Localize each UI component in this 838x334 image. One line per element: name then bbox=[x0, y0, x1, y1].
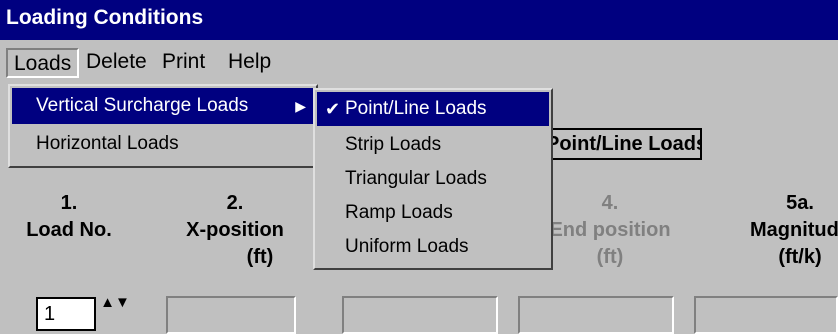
column-label: Load No. bbox=[26, 219, 112, 241]
submenu-item-uniform-loads[interactable]: Uniform Loads bbox=[317, 230, 549, 264]
load-no-spinner[interactable]: ▲▼ bbox=[100, 294, 130, 331]
x-position-field[interactable] bbox=[166, 296, 296, 334]
column-number: 1. bbox=[60, 192, 78, 214]
menu-item-vertical-surcharge-loads[interactable]: Vertical Surcharge Loads ▶ bbox=[12, 88, 314, 124]
menu-item-label: Point/Line Loads bbox=[345, 98, 487, 119]
menu-help[interactable]: Help bbox=[222, 48, 277, 78]
column-header-x-position: 2. X-position (ft) bbox=[160, 190, 310, 271]
submenu-item-point-line-loads[interactable]: ✔ Point/Line Loads bbox=[317, 92, 549, 126]
column-label: End position bbox=[549, 219, 671, 241]
menu-bar: Loads Delete Print Help bbox=[0, 40, 838, 82]
window-title: Loading Conditions bbox=[0, 0, 838, 40]
column-header-load-no: 1. Load No. bbox=[10, 190, 128, 244]
menu-print[interactable]: Print bbox=[156, 48, 211, 78]
column-header-end-position: 4. End position (ft) bbox=[535, 190, 685, 271]
magnitude-field[interactable] bbox=[694, 296, 838, 334]
column-unit: (ft/k) bbox=[778, 246, 822, 268]
column-number: 5a. bbox=[786, 192, 814, 214]
submenu-item-triangular-loads[interactable]: Triangular Loads bbox=[317, 162, 549, 196]
submenu-item-ramp-loads[interactable]: Ramp Loads bbox=[317, 196, 549, 230]
load-no-input[interactable]: 1 bbox=[36, 297, 96, 331]
column-header-magnitude: 5a. Magnitude (ft/k) bbox=[730, 190, 838, 271]
column-label: X-position bbox=[186, 219, 284, 241]
column-number: 2. bbox=[226, 192, 244, 214]
column-3-field[interactable] bbox=[342, 296, 498, 334]
column-unit: (ft) bbox=[596, 246, 624, 268]
end-position-field[interactable] bbox=[518, 296, 674, 334]
menu-loads[interactable]: Loads bbox=[6, 48, 80, 78]
vertical-surcharge-submenu: ✔ Point/Line Loads Strip Loads Triangula… bbox=[313, 88, 553, 270]
spinner-arrows-icon[interactable]: ▲▼ bbox=[100, 294, 130, 311]
menu-delete[interactable]: Delete bbox=[80, 48, 153, 78]
loads-dropdown-menu: Vertical Surcharge Loads ▶ Horizontal Lo… bbox=[8, 84, 318, 168]
submenu-arrow-icon: ▶ bbox=[295, 98, 306, 114]
menu-item-horizontal-loads[interactable]: Horizontal Loads bbox=[12, 126, 314, 162]
checkmark-icon: ✔ bbox=[325, 99, 341, 119]
column-label: Magnitude bbox=[750, 219, 838, 241]
menu-item-label: Vertical Surcharge Loads bbox=[36, 95, 249, 116]
group-title: Point/Line Loads bbox=[540, 128, 702, 160]
column-number: 4. bbox=[601, 192, 619, 214]
submenu-item-strip-loads[interactable]: Strip Loads bbox=[317, 128, 549, 162]
column-unit: (ft) bbox=[246, 246, 274, 268]
